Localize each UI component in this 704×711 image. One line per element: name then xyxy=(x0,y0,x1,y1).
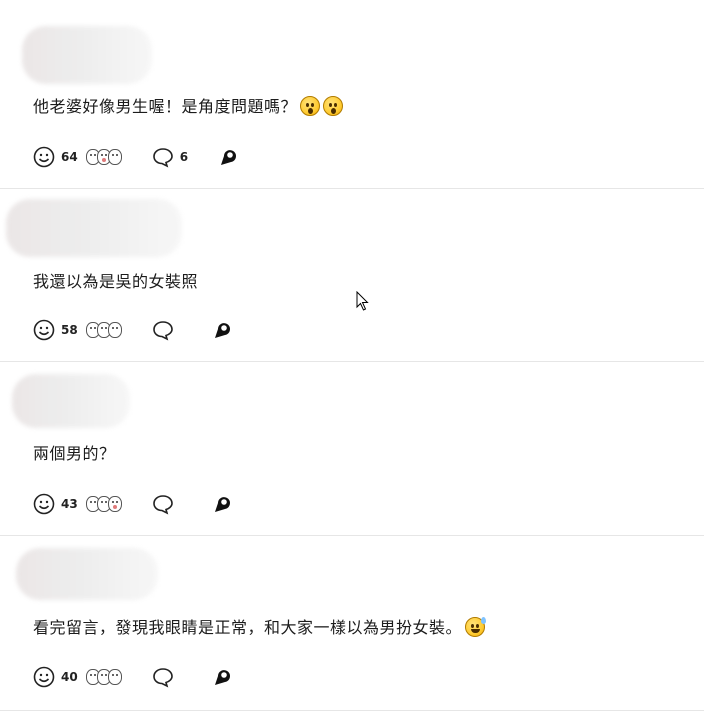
blurred-user-avatar xyxy=(12,374,130,428)
reaction-summary[interactable] xyxy=(85,322,122,338)
reaction-count[interactable]: 64 xyxy=(61,150,78,164)
reaction-face-icon xyxy=(107,322,122,338)
comment-text: 兩個男的？ xyxy=(33,443,116,465)
reaction-count[interactable]: 40 xyxy=(61,670,78,684)
mouse-cursor-icon xyxy=(356,291,369,311)
reaction-face-icon xyxy=(107,669,122,685)
comment-actions: 43 xyxy=(33,492,234,516)
react-button[interactable] xyxy=(33,493,55,515)
comment-actions: 58 xyxy=(33,318,234,342)
comment-actions: 64 6 xyxy=(33,145,240,169)
reply-button[interactable] xyxy=(152,493,174,515)
blurred-user-avatar xyxy=(16,548,158,600)
comment-text-content: 看完留言，發現我眼睛是正常，和大家一樣以為男扮女裝。 xyxy=(33,618,463,637)
reply-button[interactable] xyxy=(152,146,174,168)
blurred-user-avatar xyxy=(22,26,152,84)
comment-text: 看完留言，發現我眼睛是正常，和大家一樣以為男扮女裝。 xyxy=(33,617,487,639)
blurred-user-avatar xyxy=(6,199,182,257)
reaction-summary[interactable] xyxy=(85,149,122,165)
react-button[interactable] xyxy=(33,319,55,341)
comment-actions: 40 xyxy=(33,665,234,689)
comment-text-content: 他老婆好像男生喔！是角度問題嗎？ xyxy=(33,97,298,116)
reply-button[interactable] xyxy=(152,319,174,341)
share-button[interactable] xyxy=(212,666,234,688)
share-button[interactable] xyxy=(212,319,234,341)
comment-text: 我還以為是吳的女裝照 xyxy=(33,271,198,293)
react-button[interactable] xyxy=(33,146,55,168)
comment-item: 看完留言，發現我眼睛是正常，和大家一樣以為男扮女裝。 40 xyxy=(0,536,704,711)
reaction-summary[interactable] xyxy=(85,496,122,512)
reaction-count[interactable]: 58 xyxy=(61,323,78,337)
share-button[interactable] xyxy=(212,493,234,515)
comment-text-content: 兩個男的？ xyxy=(33,444,116,463)
reply-button[interactable] xyxy=(152,666,174,688)
react-button[interactable] xyxy=(33,666,55,688)
share-button[interactable] xyxy=(218,146,240,168)
comment-item: 我還以為是吳的女裝照 58 xyxy=(0,189,704,362)
comment-item: 兩個男的？ 43 xyxy=(0,362,704,536)
sweat-smile-face-icon xyxy=(465,617,487,637)
comment-item: 他老婆好像男生喔！是角度問題嗎？ 64 6 xyxy=(0,0,704,189)
astonished-face-icon xyxy=(300,96,321,116)
astonished-face-icon xyxy=(323,96,344,116)
reaction-summary[interactable] xyxy=(85,669,122,685)
comment-text-content: 我還以為是吳的女裝照 xyxy=(33,272,199,291)
reaction-count[interactable]: 43 xyxy=(61,497,78,511)
comment-text: 他老婆好像男生喔！是角度問題嗎？ xyxy=(33,96,344,118)
reaction-face-icon xyxy=(107,496,122,512)
reaction-face-icon xyxy=(107,149,122,165)
reply-count[interactable]: 6 xyxy=(180,150,188,164)
